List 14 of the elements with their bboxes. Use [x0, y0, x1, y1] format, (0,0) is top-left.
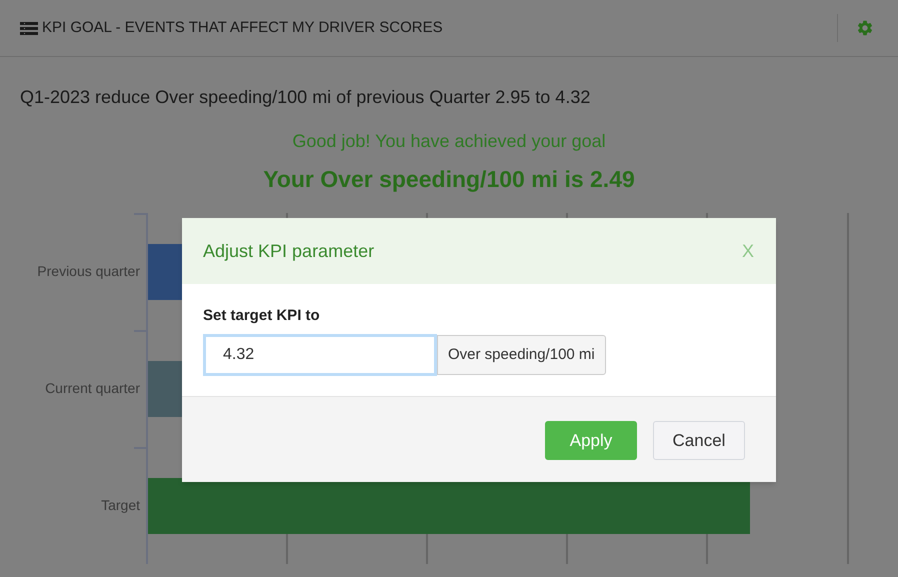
axis-label: Current quarter — [45, 379, 141, 398]
result-text: Your Over speeding/100 mi is 2.49 — [262, 165, 636, 194]
dialog-title: Adjust KPI parameter — [203, 240, 374, 263]
list-icon — [20, 22, 38, 34]
axis-label: Target — [101, 496, 141, 515]
panel-title: KPI GOAL - EVENTS THAT AFFECT MY DRIVER SCORES — [42, 18, 443, 38]
kpi-input-field[interactable]: 4.32 — [203, 334, 437, 376]
field-label: Set target KPI to — [203, 306, 321, 326]
cancel-button[interactable]: Cancel — [653, 421, 745, 460]
settings-icon[interactable] — [856, 19, 874, 37]
axis-label: Previous quarter — [37, 262, 141, 281]
success-message: Good job! You have achieved your goal — [291, 130, 607, 153]
unit-label: Over speeding/100 mi — [437, 335, 606, 375]
goal-text: Q1-2023 reduce Over speeding/100 mi of previous Quarter 2.95 to 4.32 — [20, 86, 592, 109]
